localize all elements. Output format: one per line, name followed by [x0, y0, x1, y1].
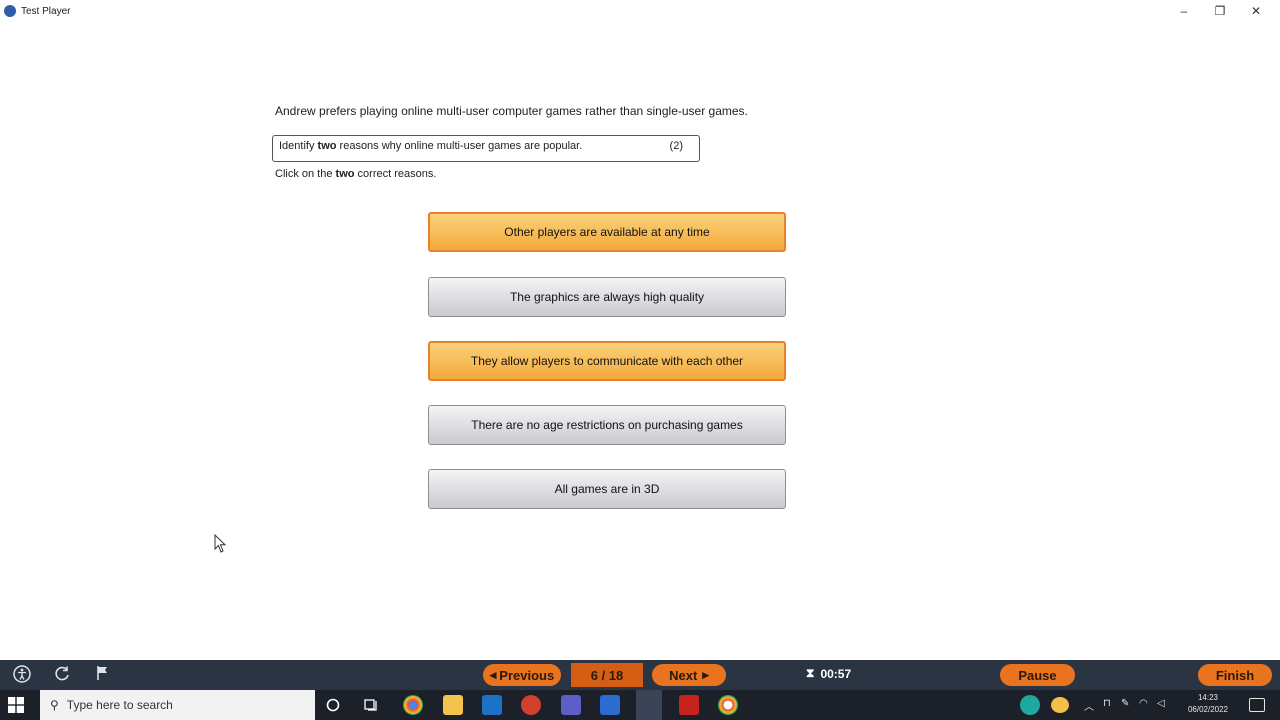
- clock-time: 14:23: [1197, 693, 1219, 702]
- instruction-end: correct reasons.: [354, 168, 437, 180]
- previous-label: Previous: [499, 667, 555, 683]
- pause-button[interactable]: Pause: [1000, 664, 1075, 686]
- answer-option-5[interactable]: All games are in 3D: [428, 469, 786, 509]
- tray-app-icon[interactable]: [1020, 695, 1040, 715]
- answer-option-2[interactable]: The graphics are always high quality: [428, 277, 786, 317]
- windows-start-icon[interactable]: [8, 697, 24, 713]
- next-label: Next: [669, 667, 698, 683]
- previous-arrow-icon: ◂: [489, 667, 497, 682]
- question-prompt-end: reasons why online multi-user games are …: [336, 140, 583, 152]
- answer-label: Other players are available at any time: [504, 225, 710, 239]
- maximize-button[interactable]: ❐: [1202, 4, 1238, 18]
- taskbar-search-box[interactable]: ⚲ Type here to search: [40, 690, 315, 720]
- volume-icon[interactable]: ◁: [1157, 698, 1165, 709]
- window-title: Test Player: [21, 5, 71, 17]
- file-explorer-icon[interactable]: [443, 695, 463, 715]
- hourglass-icon: ⧗: [806, 666, 815, 680]
- pen-icon[interactable]: ✎: [1121, 698, 1129, 709]
- answer-option-4[interactable]: There are no age restrictions on purchas…: [428, 405, 786, 445]
- network-icon[interactable]: ⊓: [1103, 698, 1111, 709]
- windows-taskbar: ⚲ Type here to search ︿ ⊓ ✎ ◠ ◁ 14:23 06…: [0, 690, 1280, 720]
- accessibility-icon[interactable]: [12, 665, 32, 685]
- answer-label: There are no age restrictions on purchas…: [471, 418, 743, 432]
- chevron-up-icon[interactable]: ︿: [1084, 698, 1094, 713]
- outlook-icon[interactable]: [482, 695, 502, 715]
- acrobat-icon[interactable]: [679, 695, 699, 715]
- browser-app-icon[interactable]: [718, 695, 738, 715]
- question-counter: 6 / 18: [571, 663, 643, 687]
- teams-icon[interactable]: [561, 695, 581, 715]
- timer-value: 00:57: [820, 666, 852, 681]
- clock-date: 06/02/2022: [1187, 705, 1229, 714]
- cortana-icon[interactable]: [326, 698, 340, 712]
- answer-label: They allow players to communicate with e…: [470, 354, 744, 368]
- minimize-button[interactable]: –: [1166, 4, 1202, 18]
- question-marks: (2): [669, 140, 683, 152]
- timer: ⧗ 00:57: [806, 666, 851, 681]
- search-icon: ⚲: [50, 698, 59, 712]
- task-view-icon[interactable]: [364, 698, 380, 712]
- test-player-taskbar-icon[interactable]: [636, 690, 662, 720]
- instruction-start: Click on the: [275, 168, 336, 180]
- next-arrow-icon: ▸: [702, 667, 709, 682]
- powerpoint-icon[interactable]: [521, 695, 541, 715]
- app-icon: [4, 5, 16, 17]
- window-title-bar: Test Player – ❐ ✕: [0, 0, 1280, 22]
- test-player-toolbar: ◂ Previous 6 / 18 Next ▸ ⧗ 00:57 Pause Fin…: [0, 660, 1280, 690]
- notifications-icon[interactable]: [1249, 698, 1265, 712]
- question-area: Andrew prefers playing online multi-user…: [0, 22, 1280, 660]
- wifi-icon[interactable]: ◠: [1139, 698, 1148, 709]
- question-intro: Andrew prefers playing online multi-user…: [275, 104, 748, 118]
- answer-option-3[interactable]: They allow players to communicate with e…: [428, 341, 786, 381]
- close-button[interactable]: ✕: [1238, 4, 1274, 18]
- question-prompt-bold: two: [317, 140, 337, 152]
- question-prompt-box: Identify two reasons why online multi-us…: [272, 135, 700, 162]
- mouse-cursor-icon: [214, 534, 227, 553]
- answer-label: All games are in 3D: [554, 482, 660, 496]
- next-button[interactable]: Next ▸: [652, 664, 726, 686]
- finish-button[interactable]: Finish: [1198, 664, 1272, 686]
- window-controls: – ❐ ✕: [1166, 0, 1274, 22]
- flag-icon[interactable]: [92, 665, 112, 685]
- word-icon[interactable]: [600, 695, 620, 715]
- answer-label: The graphics are always high quality: [509, 290, 705, 304]
- instruction-bold: two: [335, 168, 355, 180]
- answer-option-1[interactable]: Other players are available at any time: [428, 212, 786, 252]
- chrome-icon[interactable]: [403, 695, 423, 715]
- previous-button[interactable]: ◂ Previous: [483, 664, 561, 686]
- search-placeholder: Type here to search: [66, 698, 173, 712]
- weather-icon[interactable]: [1051, 697, 1069, 713]
- question-prompt-start: Identify: [279, 140, 318, 152]
- question-instruction: Click on the two correct reasons.: [275, 168, 436, 180]
- taskbar-clock[interactable]: 14:23 06/02/2022: [1186, 692, 1230, 716]
- refresh-icon[interactable]: [52, 665, 72, 685]
